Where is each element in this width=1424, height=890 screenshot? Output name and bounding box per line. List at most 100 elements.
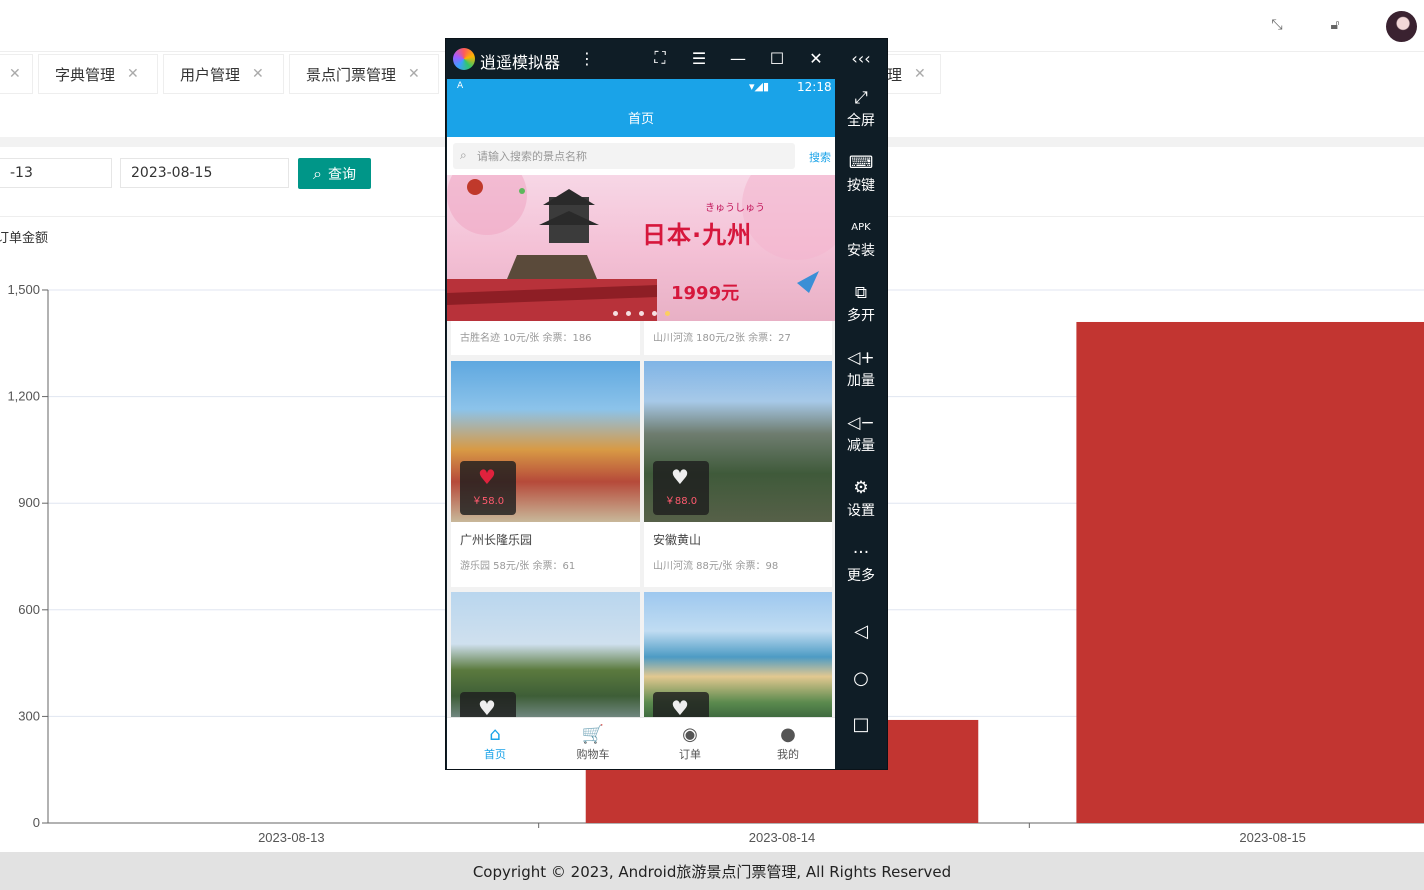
status-icons: ▾◢▮ (749, 80, 770, 93)
price-label: ￥88.0 (664, 496, 698, 507)
y-tick-label: 1,500 (7, 282, 40, 297)
tab-tickets[interactable]: 景点门票管理 ✕ (289, 54, 439, 94)
avatar[interactable] (1386, 11, 1417, 42)
tab-label: 字典管理 (55, 65, 116, 84)
compass-icon: ◉ (682, 724, 698, 745)
heart-icon: ♥ (671, 465, 689, 489)
menu-icon[interactable]: ☰ (689, 48, 709, 68)
fullscreen-icon[interactable]: ⤡ (1268, 16, 1286, 34)
sidebar-item-more[interactable]: ··· 更多 (835, 541, 887, 585)
sidebar-item-keys[interactable]: ⌨ 按键 (835, 151, 887, 195)
carousel-dot[interactable] (639, 311, 644, 316)
favorite-badge[interactable]: ♥ ￥88.0 (653, 461, 709, 515)
nav-mine[interactable]: ● 我的 (758, 724, 818, 762)
scenic-card-huangshan[interactable]: ♥ ￥88.0 安徽黄山 山川河流 88元/张 余票：98 (644, 361, 832, 587)
favorite-badge[interactable]: ♥ ￥58.0 (460, 461, 516, 515)
status-time: 12:18 (797, 80, 832, 94)
sidebar-item-install[interactable]: APK 安装 (835, 216, 887, 260)
recents-icon[interactable]: □ (851, 714, 871, 735)
tab-dictionary[interactable]: 字典管理 ✕ (38, 54, 158, 94)
multi-instance-icon: ⧉ (854, 283, 868, 303)
fit-screen-icon[interactable]: ⛶ (650, 48, 670, 68)
nav-home[interactable]: ⌂ 首页 (465, 724, 525, 762)
close-icon[interactable]: ✕ (9, 66, 21, 82)
scenic-card-changlong[interactable]: ♥ ￥58.0 广州长隆乐园 游乐园 58元/张 余票：61 (451, 361, 640, 587)
copyright-text: Copyright © 2023, Android旅游景点门票管理, All R… (472, 862, 952, 881)
query-button[interactable]: ⌕ 查询 (298, 158, 371, 189)
android-status-bar: A ▾◢▮ 12:18 (447, 79, 835, 97)
tab-partial[interactable]: ✕ (0, 54, 33, 94)
card-subtitle: 古胜名迹 10元/张 余票：186 (460, 333, 592, 344)
app-bar-title: 首页 (627, 111, 654, 127)
card-subtitle: 山川河流 180元/2张 余票：27 (653, 333, 791, 344)
scenic-card[interactable]: ♥ (451, 592, 640, 722)
sidebar-label: 全屏 (847, 113, 875, 129)
end-date-input[interactable]: 2023-08-15 (120, 158, 289, 188)
sidebar-item-multi[interactable]: ⧉ 多开 (835, 281, 887, 325)
tab-label: 用户管理 (180, 65, 241, 84)
collapse-icon[interactable]: ‹‹‹ (844, 48, 878, 68)
search-icon: ⌕ (313, 163, 322, 183)
more-icon[interactable]: ⋮ (577, 48, 597, 68)
banner-title: 日本·九州 (642, 221, 753, 249)
nav-label: 购物车 (576, 748, 610, 761)
close-icon[interactable]: ✕ (127, 66, 139, 82)
x-tick-label: 2023-08-15 (1239, 830, 1306, 845)
price-label: ￥58.0 (471, 496, 505, 507)
heart-icon: ♥ (478, 465, 496, 489)
carousel-dots (613, 311, 670, 316)
settings-icon: ⚙ (853, 478, 869, 498)
close-icon[interactable]: ✕ (806, 48, 826, 68)
search-button[interactable]: 搜索 (809, 149, 831, 165)
tab-users[interactable]: 用户管理 ✕ (163, 54, 284, 94)
emulator-window: 逍遥模拟器 ⋮ ⛶ ☰ — ☐ ✕ ‹‹‹ A ▾◢▮ 12:18 首页 ⌕ 请… (445, 38, 888, 770)
minimize-icon[interactable]: — (728, 48, 748, 68)
home-circle-icon[interactable]: ○ (851, 668, 871, 689)
x-tick-label: 2023-08-14 (749, 830, 816, 845)
sidebar-label: 更多 (847, 568, 875, 584)
card-title: 广州长隆乐园 (460, 533, 533, 547)
nav-cart[interactable]: 🛒 购物车 (563, 724, 623, 762)
close-icon[interactable]: ✕ (914, 66, 926, 82)
more-icon: ··· (852, 543, 870, 563)
sidebar-item-fullscreen[interactable]: ⤢ 全屏 (835, 86, 887, 130)
banner-illustration (447, 175, 835, 321)
back-icon[interactable]: ◁ (851, 621, 871, 642)
carousel-dot[interactable] (652, 311, 657, 316)
list-item[interactable]: 山川河流 180元/2张 余票：27 (644, 321, 832, 355)
emulator-logo-icon (453, 48, 475, 70)
list-item[interactable]: 古胜名迹 10元/张 余票：186 (451, 321, 640, 355)
apk-icon: APK (851, 222, 871, 233)
y-tick-label: 300 (18, 708, 40, 723)
query-button-label: 查询 (327, 166, 356, 183)
y-tick-label: 900 (18, 495, 40, 510)
nav-label: 我的 (777, 748, 799, 761)
app-bar: 首页 (447, 97, 835, 137)
carousel-dot[interactable] (626, 311, 631, 316)
sidebar-label: 安装 (847, 243, 875, 259)
phone-screen: A ▾◢▮ 12:18 首页 ⌕ 请输入搜索的景点名称 搜索 日本·九州 きゅう… (447, 79, 835, 769)
sidebar-label: 按键 (847, 178, 875, 194)
y-axis-title: 订单金额 (0, 230, 48, 245)
nav-orders[interactable]: ◉ 订单 (660, 724, 720, 762)
status-left-icon: A (457, 81, 464, 91)
scenic-search-input[interactable]: ⌕ 请输入搜索的景点名称 (453, 143, 795, 169)
scenic-card[interactable]: ♥ (644, 592, 832, 722)
start-date-input[interactable]: -13 (0, 158, 112, 188)
maximize-icon[interactable]: ☐ (767, 48, 787, 68)
card-subtitle: 游乐园 58元/张 余票：61 (460, 561, 576, 572)
cart-icon: 🛒 (581, 724, 605, 745)
close-icon[interactable]: ✕ (252, 66, 264, 82)
carousel-dot[interactable] (665, 311, 670, 316)
sidebar-item-volume-up[interactable]: ◁+ 加量 (835, 346, 887, 390)
person-icon: ● (780, 724, 796, 745)
y-tick-label: 1,200 (7, 389, 40, 404)
sidebar-item-volume-down[interactable]: ◁− 减量 (835, 411, 887, 455)
tab-label: 理 (887, 65, 903, 84)
lock-icon[interactable]: 🔓︎ (1326, 16, 1344, 34)
carousel-dot[interactable] (613, 311, 618, 316)
banner-carousel[interactable]: 日本·九州 きゅうしゅう 1999元 (447, 175, 835, 321)
footer: Copyright © 2023, Android旅游景点门票管理, All R… (0, 852, 1424, 890)
sidebar-item-settings[interactable]: ⚙ 设置 (835, 476, 887, 520)
close-icon[interactable]: ✕ (408, 66, 420, 82)
